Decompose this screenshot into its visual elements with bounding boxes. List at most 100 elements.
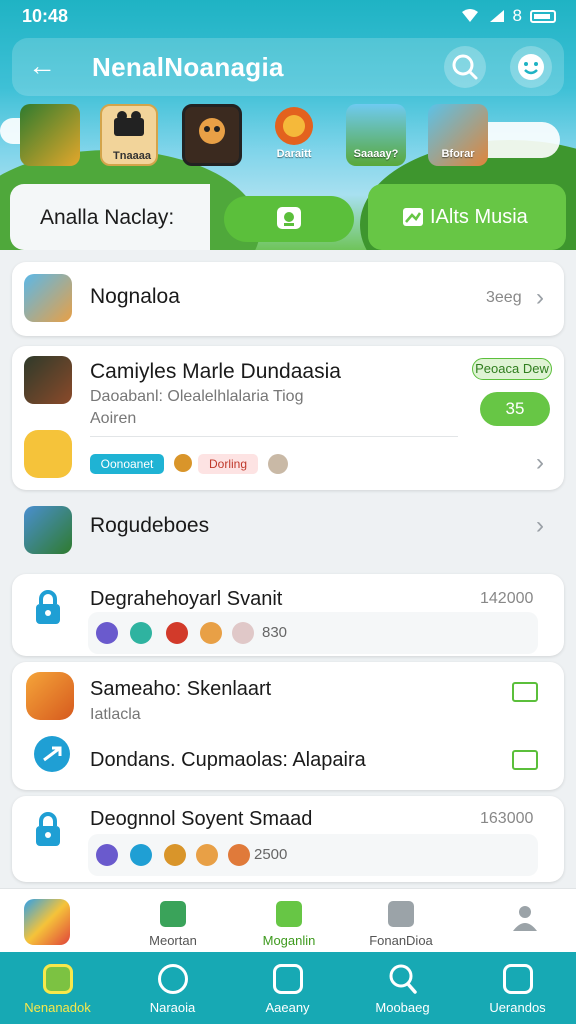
item-subtitle: Aoiren: [90, 410, 137, 427]
store-icon: [503, 964, 533, 994]
tag-chip[interactable]: Oonoanet: [90, 454, 164, 474]
mini-app-icon[interactable]: [196, 844, 218, 866]
filter-bar: Analla Naclay: IAlts Musia: [10, 184, 566, 250]
tag-chip[interactable]: Dorling: [198, 454, 258, 474]
game-tile[interactable]: [20, 104, 80, 166]
item-name: Deognnol Soyent Smaad: [90, 808, 313, 830]
mail-icon[interactable]: [512, 750, 538, 770]
mini-app-icon[interactable]: [96, 844, 118, 866]
acorn-icon: [174, 454, 192, 472]
list-item[interactable]: Deognnol Soyent Smaad 163000 2500: [12, 796, 564, 882]
printer-icon: [388, 901, 414, 927]
mini-app-icon[interactable]: [166, 622, 188, 644]
all-music-button[interactable]: IAlts Musia: [368, 184, 566, 250]
search-button[interactable]: [444, 46, 486, 88]
nav-discover[interactable]: Naraoia: [115, 952, 230, 1024]
status-time: 10:48: [22, 6, 69, 26]
item-name: Rogudeboes: [90, 514, 210, 537]
featured-app-tile[interactable]: [0, 889, 110, 953]
home-icon: [43, 964, 73, 994]
item-description: Daoabanl: Olealelhlalaria Tiog: [90, 388, 304, 405]
mini-app-icon[interactable]: [228, 844, 250, 866]
chevron-right-icon: ›: [536, 512, 544, 539]
status-badge: Peoaca Dew: [472, 358, 552, 380]
compass-icon: [158, 964, 188, 994]
search-icon: [452, 54, 478, 80]
battery-icon: [530, 9, 556, 23]
tab-moganlin[interactable]: Moganlin: [234, 889, 344, 953]
filter-label-box: Analla Naclay:: [10, 184, 210, 250]
person-icon: [513, 906, 537, 931]
mini-app-icon[interactable]: [232, 622, 254, 644]
bottom-nav: Nenanadok Naraoia Aaeany Moobaeg Uerando…: [0, 952, 576, 1024]
mini-app-icon[interactable]: [130, 844, 152, 866]
app-avatar: [26, 672, 74, 720]
list-item[interactable]: Rogudeboes ›: [12, 498, 564, 564]
featured-app-icon: [24, 899, 70, 945]
tab-profile[interactable]: [470, 889, 576, 953]
tab-meortan[interactable]: Meortan: [118, 889, 228, 953]
game-tile[interactable]: Bforar: [428, 104, 488, 166]
item-name: Degrahehoyarl Svanit: [90, 588, 283, 610]
mini-value: 830: [262, 624, 288, 641]
mini-app-icon[interactable]: [164, 844, 186, 866]
lock-folder-icon: [24, 430, 72, 478]
featured-games-row: Tnaaaa Daraitt Saaaay? Bforar: [0, 104, 576, 170]
back-arrow-icon[interactable]: ←: [26, 50, 58, 82]
nav-store[interactable]: Uerandos: [460, 952, 575, 1024]
mini-app-icon[interactable]: [200, 622, 222, 644]
chevron-right-icon: ›: [536, 284, 544, 311]
nav-search[interactable]: Moobaeg: [345, 952, 460, 1024]
nav-apps[interactable]: Aaeany: [230, 952, 345, 1024]
item-name: Camiyles Marle Dundaasia: [90, 360, 341, 383]
game-tile[interactable]: [182, 104, 242, 166]
lock-icon: [36, 590, 60, 624]
list-item[interactable]: Degrahehoyarl Svanit 142000 830: [12, 574, 564, 656]
lock-icon: [36, 812, 60, 846]
tab-fonandioa[interactable]: FonanDioa: [346, 889, 456, 953]
item-subtitle: Iatlacla: [90, 706, 141, 723]
related-apps-row: 2500: [88, 834, 538, 876]
scan-chat-icon: [277, 207, 301, 229]
item-name: Nognaloa: [90, 285, 180, 308]
list-item[interactable]: Nognaloa 3eeg ›: [12, 262, 564, 336]
nav-home[interactable]: Nenanadok: [0, 952, 115, 1024]
item-meta: 3eeg: [486, 289, 522, 306]
mail-icon[interactable]: [512, 682, 538, 702]
qr-scan-button[interactable]: [224, 196, 354, 242]
send-arrow-icon: [34, 736, 70, 772]
filter-label: Analla Naclay:: [40, 206, 175, 229]
secondary-nav: Meortan Moganlin FonanDioa: [0, 888, 576, 952]
coin-icon: [268, 454, 288, 474]
list-item[interactable]: Camiyles Marle Dundaasia Daoabanl: Oleal…: [12, 346, 564, 490]
status-bar: 10:48 8: [0, 0, 576, 34]
lion-mascot-icon: [275, 107, 313, 145]
game-tile[interactable]: Daraitt: [264, 104, 324, 166]
profile-button[interactable]: [510, 46, 552, 88]
game-tile[interactable]: Tnaaaa: [100, 104, 158, 166]
app-avatar: [24, 356, 72, 404]
app-bar: ← NenalNoanagia: [12, 38, 564, 96]
signal-icon: [489, 10, 504, 22]
item-name: Dondans. Cupmaolas: Alapaira: [90, 749, 366, 771]
page-title: NenalNoanagia: [92, 52, 284, 82]
status-indicator: 8: [512, 6, 522, 25]
mini-app-icon[interactable]: [96, 622, 118, 644]
divider: [90, 436, 458, 437]
item-meta: 142000: [480, 590, 534, 607]
game-character-icon: [199, 118, 225, 144]
related-apps-row: 830: [88, 612, 538, 654]
smile-face-icon: [518, 54, 544, 80]
game-tile[interactable]: Saaaay?: [346, 104, 406, 166]
chat-icon: [276, 901, 302, 927]
game-logo-icon: [114, 111, 144, 136]
app-avatar: [24, 274, 72, 322]
list-item[interactable]: Sameaho: Skenlaart Iatlacla Dondans. Cup…: [12, 662, 564, 790]
search-icon: [389, 964, 417, 994]
image-icon: [403, 208, 423, 226]
count-button[interactable]: 35: [480, 392, 550, 426]
mini-app-icon[interactable]: [130, 622, 152, 644]
bag-icon: [273, 964, 303, 994]
item-meta: 163000: [480, 810, 534, 827]
receipt-icon: [160, 901, 186, 927]
